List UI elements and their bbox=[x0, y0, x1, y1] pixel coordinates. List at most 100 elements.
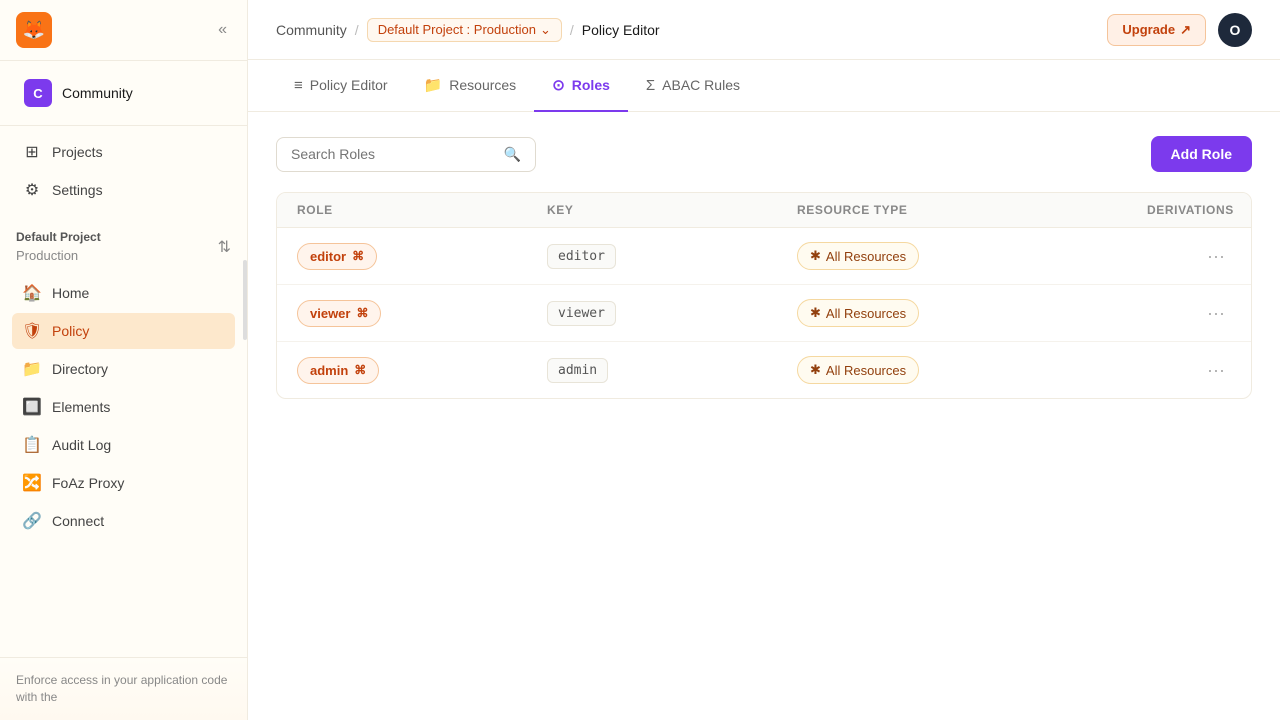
sidebar-item-projects[interactable]: ⊞ Projects bbox=[12, 134, 235, 170]
collapse-sidebar-button[interactable]: « bbox=[214, 17, 231, 43]
resource-badge-viewer: ✱ All Resources bbox=[797, 299, 919, 327]
col-header-key: KEY bbox=[547, 203, 797, 217]
sidebar-item-audit-log[interactable]: 📋 Audit Log bbox=[12, 427, 235, 463]
role-badge-admin[interactable]: admin ⌘ bbox=[297, 357, 379, 384]
sidebar-bottom-promo: Enforce access in your application code … bbox=[0, 657, 247, 720]
elements-icon: 🔲 bbox=[22, 397, 42, 417]
resource-star-icon-viewer: ✱ bbox=[810, 305, 821, 321]
policy-editor-tab-icon: ≡ bbox=[294, 77, 303, 94]
scrollbar-track bbox=[243, 260, 247, 720]
abac-rules-tab-label: ABAC Rules bbox=[662, 77, 740, 93]
role-name-admin: admin bbox=[310, 363, 348, 378]
key-badge-editor: editor bbox=[547, 244, 616, 269]
user-avatar[interactable]: O bbox=[1218, 13, 1252, 47]
role-cell-admin: admin ⌘ bbox=[297, 357, 547, 384]
sidebar-item-directory[interactable]: 📁 Directory bbox=[12, 351, 235, 387]
directory-icon: 📁 bbox=[22, 359, 42, 379]
app-logo-icon: 🦊 bbox=[16, 12, 52, 48]
search-box: 🔍 bbox=[276, 137, 536, 172]
tab-policy-editor[interactable]: ≡ Policy Editor bbox=[276, 61, 406, 112]
tabs: ≡ Policy Editor 📁 Resources ⊙ Roles Σ AB… bbox=[248, 60, 1280, 112]
search-icon: 🔍 bbox=[504, 146, 521, 163]
connect-icon: 🔗 bbox=[22, 511, 42, 531]
roles-tab-label: Roles bbox=[572, 77, 610, 93]
role-name-editor: editor bbox=[310, 249, 346, 264]
resource-cell-viewer: ✱ All Resources bbox=[797, 299, 1147, 327]
directory-label: Directory bbox=[52, 361, 108, 377]
resources-tab-icon: 📁 bbox=[424, 76, 443, 94]
resource-type-viewer: All Resources bbox=[826, 306, 906, 321]
breadcrumb-current: Policy Editor bbox=[582, 22, 660, 38]
actions-cell-editor: ··· bbox=[1147, 244, 1231, 269]
sidebar-item-home[interactable]: 🏠 Home bbox=[12, 275, 235, 311]
role-name-viewer: viewer bbox=[310, 306, 350, 321]
breadcrumb-chevron-icon: ⌄ bbox=[540, 22, 551, 38]
project-env-toggle[interactable]: ⇅ bbox=[218, 237, 231, 257]
table-row: viewer ⌘ viewer ✱ All Resources bbox=[277, 285, 1251, 342]
breadcrumb-sep-1: / bbox=[355, 22, 359, 38]
role-badge-editor[interactable]: editor ⌘ bbox=[297, 243, 377, 270]
audit-log-icon: 📋 bbox=[22, 435, 42, 455]
project-section: Default Project Production ⇅ bbox=[0, 218, 247, 267]
resource-cell-editor: ✱ All Resources bbox=[797, 242, 1147, 270]
key-cell-admin: admin bbox=[547, 358, 797, 383]
connect-label: Connect bbox=[52, 513, 104, 529]
sidebar-item-elements[interactable]: 🔲 Elements bbox=[12, 389, 235, 425]
resource-type-admin: All Resources bbox=[826, 363, 906, 378]
table-row: admin ⌘ admin ✱ All Resources bbox=[277, 342, 1251, 398]
breadcrumb-org[interactable]: Community bbox=[276, 22, 347, 38]
topbar-right: Upgrade ↗ O bbox=[1107, 13, 1252, 47]
more-options-admin[interactable]: ··· bbox=[1201, 358, 1231, 383]
org-section: C Community bbox=[0, 61, 247, 126]
foaz-proxy-icon: 🔀 bbox=[22, 473, 42, 493]
home-label: Home bbox=[52, 285, 89, 301]
foaz-proxy-label: FoAz Proxy bbox=[52, 475, 124, 491]
sidebar-item-policy[interactable]: 🛡 Policy bbox=[12, 313, 235, 349]
roles-toolbar: 🔍 Add Role bbox=[276, 136, 1252, 172]
role-cmd-icon-editor: ⌘ bbox=[352, 249, 364, 263]
col-header-role: ROLE bbox=[297, 203, 547, 217]
upgrade-arrow-icon: ↗ bbox=[1180, 22, 1191, 38]
table-row: editor ⌘ editor ✱ All Resources bbox=[277, 228, 1251, 285]
col-header-derivations: DERIVATIONS bbox=[1147, 203, 1234, 217]
upgrade-button[interactable]: Upgrade ↗ bbox=[1107, 14, 1206, 46]
roles-panel-inner: 🔍 Add Role ROLE KEY RESOURCE TYPE DERIVA… bbox=[248, 112, 1280, 423]
more-options-viewer[interactable]: ··· bbox=[1201, 301, 1231, 326]
role-cmd-icon-viewer: ⌘ bbox=[356, 306, 368, 320]
settings-icon: ⚙ bbox=[22, 180, 42, 200]
settings-label: Settings bbox=[52, 182, 103, 198]
breadcrumb-project-env[interactable]: Default Project : Production ⌄ bbox=[367, 18, 562, 42]
upgrade-label: Upgrade bbox=[1122, 22, 1175, 37]
roles-table: ROLE KEY RESOURCE TYPE DERIVATIONS edito… bbox=[276, 192, 1252, 399]
sidebar-item-settings[interactable]: ⚙ Settings bbox=[12, 172, 235, 208]
projects-icon: ⊞ bbox=[22, 142, 42, 162]
sidebar-item-connect[interactable]: 🔗 Connect bbox=[12, 503, 235, 539]
sidebar-item-foaz-proxy[interactable]: 🔀 FoAz Proxy bbox=[12, 465, 235, 501]
add-role-button[interactable]: Add Role bbox=[1151, 136, 1252, 172]
search-roles-input[interactable] bbox=[291, 146, 496, 162]
col-header-resource-type: RESOURCE TYPE bbox=[797, 203, 1147, 217]
org-avatar: C bbox=[24, 79, 52, 107]
sidebar-bottom-text: Enforce access in your application code … bbox=[16, 672, 231, 706]
roles-panel: 🔍 Add Role ROLE KEY RESOURCE TYPE DERIVA… bbox=[248, 112, 1280, 720]
tab-abac-rules[interactable]: Σ ABAC Rules bbox=[628, 61, 758, 112]
resource-cell-admin: ✱ All Resources bbox=[797, 356, 1147, 384]
more-options-editor[interactable]: ··· bbox=[1201, 244, 1231, 269]
resources-tab-label: Resources bbox=[449, 77, 516, 93]
actions-cell-viewer: ··· bbox=[1147, 301, 1231, 326]
breadcrumb-project-env-text: Default Project : Production bbox=[378, 22, 536, 37]
org-name: Community bbox=[62, 85, 133, 101]
tab-resources[interactable]: 📁 Resources bbox=[406, 60, 535, 112]
breadcrumb: Community / Default Project : Production… bbox=[276, 18, 660, 42]
org-item[interactable]: C Community bbox=[16, 73, 231, 113]
role-cell-editor: editor ⌘ bbox=[297, 243, 547, 270]
scrollbar-thumb[interactable] bbox=[243, 260, 247, 340]
sidebar-logo: 🦊 bbox=[16, 12, 52, 48]
tab-roles[interactable]: ⊙ Roles bbox=[534, 60, 628, 112]
elements-label: Elements bbox=[52, 399, 110, 415]
project-env-name: Production bbox=[16, 248, 101, 263]
top-nav: ⊞ Projects ⚙ Settings bbox=[0, 126, 247, 218]
role-badge-viewer[interactable]: viewer ⌘ bbox=[297, 300, 381, 327]
breadcrumb-sep-2: / bbox=[570, 22, 574, 38]
key-badge-viewer: viewer bbox=[547, 301, 616, 326]
